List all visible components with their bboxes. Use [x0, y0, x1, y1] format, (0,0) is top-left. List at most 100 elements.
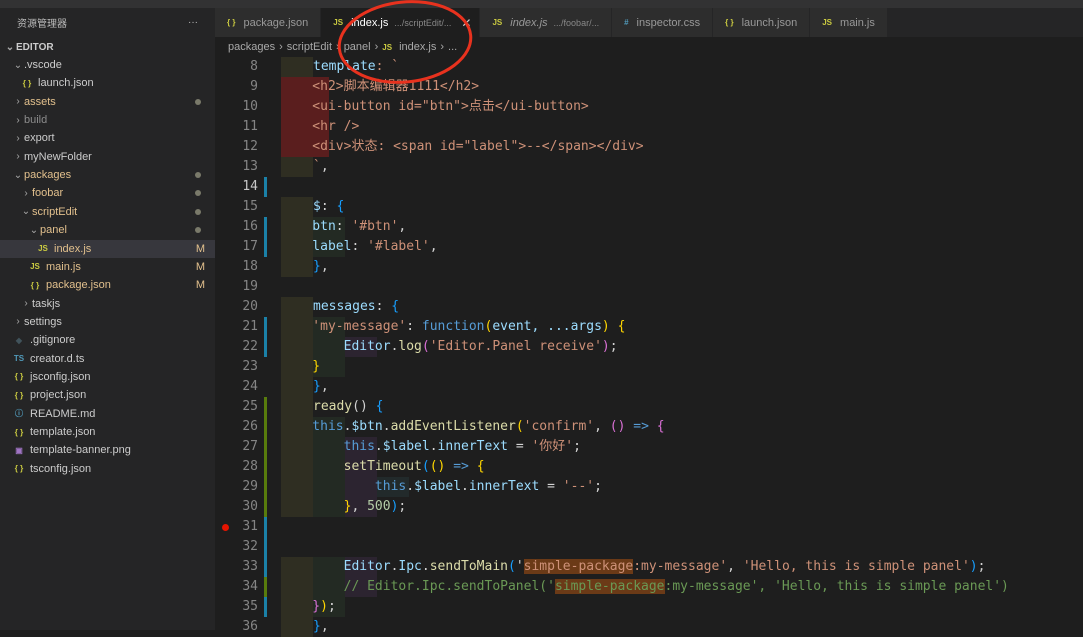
code-token: messages: [313, 299, 376, 314]
code-line[interactable]: 32: [215, 537, 1083, 557]
line-number: 25: [242, 399, 258, 414]
breadcrumb-item[interactable]: index.js: [399, 41, 436, 53]
tree-item[interactable]: { } tsconfig.json: [0, 460, 215, 478]
tree-item-label: scriptEdit: [32, 205, 78, 218]
code-line[interactable]: 36},: [215, 617, 1083, 637]
code-line[interactable]: 11 <hr />: [215, 117, 1083, 137]
editor-tab[interactable]: { } package.json: [215, 8, 322, 37]
tree-item[interactable]: ⓘ README.md: [0, 405, 215, 423]
tree-item[interactable]: › foobar: [0, 184, 215, 202]
code-line[interactable]: 24},: [215, 377, 1083, 397]
code-token: ready: [313, 399, 353, 414]
tree-item[interactable]: › settings: [0, 313, 215, 331]
code-text: }: [281, 357, 320, 377]
code-line[interactable]: 16 btn: '#btn',: [215, 217, 1083, 237]
breadcrumb-item[interactable]: ...: [448, 41, 457, 53]
more-actions-button[interactable]: ···: [188, 17, 198, 28]
git-gutter-modified: [264, 517, 267, 537]
code-token: 'confirm': [523, 419, 595, 434]
code-line[interactable]: 23 }: [215, 357, 1083, 377]
tree-item[interactable]: { } jsconfig.json: [0, 368, 215, 386]
tree-item[interactable]: { } package.json M: [0, 276, 215, 294]
line-number: 26: [242, 419, 258, 434]
code-line[interactable]: 29 this.$label.innerText = '--';: [215, 477, 1083, 497]
code-token: label: [281, 239, 352, 254]
editor-tab[interactable]: JS index.js .../scriptEdit/... ✕: [321, 8, 481, 37]
chevron-right-icon: ›: [16, 114, 20, 126]
code-line[interactable]: 20 messages: {: [215, 297, 1083, 317]
tree-item[interactable]: › taskjs: [0, 295, 215, 313]
code-line[interactable]: 34 // Editor.Ipc.sendToPanel('simple-pac…: [215, 577, 1083, 597]
breadcrumb-item[interactable]: scriptEdit: [287, 41, 332, 53]
tree-item[interactable]: JS main.js M: [0, 258, 215, 276]
tree-item[interactable]: ⌄ .vscode: [0, 56, 215, 74]
chevron-down-icon: ⌄: [29, 224, 39, 236]
code-line[interactable]: 21 'my-message': function(event, ...args…: [215, 317, 1083, 337]
git-gutter-added: [264, 497, 267, 517]
code-line[interactable]: 14: [215, 177, 1083, 197]
code-token: this: [281, 479, 407, 494]
code-line[interactable]: 31: [215, 517, 1083, 537]
code-line[interactable]: 22 Editor.log('Editor.Panel receive');: [215, 337, 1083, 357]
code-line[interactable]: 17 label: '#label',: [215, 237, 1083, 257]
tree-item[interactable]: { } launch.json: [0, 74, 215, 92]
git-gutter-added: [264, 457, 267, 477]
breadcrumb-item[interactable]: panel: [344, 41, 371, 53]
code-token: ): [969, 559, 978, 574]
code-line[interactable]: 19: [215, 277, 1083, 297]
tree-item[interactable]: ⌄ panel: [0, 221, 215, 239]
close-icon[interactable]: ✕: [461, 16, 471, 30]
code-line[interactable]: 28 setTimeout(() => {: [215, 457, 1083, 477]
code-line[interactable]: 12 <div>状态: <span id="label">--</span></…: [215, 137, 1083, 157]
tree-item[interactable]: ⌄ scriptEdit: [0, 203, 215, 221]
code-token: 'Editor.Panel receive': [429, 339, 602, 354]
editor-tab[interactable]: { } launch.json: [713, 8, 811, 37]
tree-item[interactable]: › myNewFolder: [0, 148, 215, 166]
code-line[interactable]: 15 $: {: [215, 197, 1083, 217]
code-token: btn: [281, 219, 336, 234]
code-line[interactable]: 25 ready() {: [215, 397, 1083, 417]
code-line[interactable]: 30 }, 500);: [215, 497, 1083, 517]
code-token: .: [374, 439, 383, 454]
tree-item[interactable]: › build: [0, 111, 215, 129]
tree-item[interactable]: ◆ .gitignore: [0, 331, 215, 349]
tree-item[interactable]: › assets: [0, 93, 215, 111]
editor-tab[interactable]: # inspector.css: [612, 8, 714, 37]
tree-item[interactable]: ⌄ packages: [0, 166, 215, 184]
tree-item[interactable]: TS creator.d.ts: [0, 350, 215, 368]
chevron-right-icon: ›: [24, 187, 28, 199]
code-line[interactable]: 18},: [215, 257, 1083, 277]
code-line[interactable]: 8 template: `: [215, 57, 1083, 77]
code-line[interactable]: 26 this.$btn.addEventListener('confirm',…: [215, 417, 1083, 437]
git-gutter-modified: [264, 177, 267, 197]
code-text: setTimeout(() => {: [281, 457, 485, 477]
code-token: =>: [445, 459, 477, 474]
line-number: 17: [242, 239, 258, 254]
code-line[interactable]: 10 <ui-button id="btn">点击</ui-button>: [215, 97, 1083, 117]
editor-tab[interactable]: JS index.js .../foobar/...: [480, 8, 613, 37]
explorer-root-folder[interactable]: ⌄ EDITOR: [0, 38, 215, 56]
code-line[interactable]: 27 this.$label.innerText = '你好';: [215, 437, 1083, 457]
code-editor[interactable]: 8 template: ` 9 <h2>脚本编辑器1111</h2> 10 <ui-b…: [215, 57, 1083, 637]
tab-description: .../foobar/...: [553, 17, 600, 28]
code-line[interactable]: 35 });: [215, 597, 1083, 617]
tree-item[interactable]: JS index.js M: [0, 239, 215, 258]
code-line[interactable]: 9 <h2>脚本编辑器1111</h2>: [215, 77, 1083, 97]
code-text: btn: '#btn',: [281, 217, 406, 237]
git-gutter-added: [264, 577, 267, 597]
chevron-right-icon: ›: [336, 41, 340, 53]
code-text: <div>状态: <span id="label">--</span></div…: [281, 137, 643, 157]
code-token: (): [352, 399, 376, 414]
tree-item[interactable]: › export: [0, 129, 215, 147]
code-line[interactable]: 13 `,: [215, 157, 1083, 177]
code-line[interactable]: 33 Editor.Ipc.sendToMain('simple-package…: [215, 557, 1083, 577]
code-token: =>: [625, 419, 657, 434]
tree-item[interactable]: { } template.json: [0, 423, 215, 441]
code-token: <ui-button id="btn">点击</ui-button>: [281, 99, 589, 114]
json-file-icon: { }: [14, 372, 24, 382]
editor-tab[interactable]: JS main.js: [810, 8, 888, 37]
code-token: event, ...args: [492, 319, 602, 334]
breadcrumb-item[interactable]: packages: [228, 41, 275, 53]
tree-item[interactable]: ▣ template-banner.png: [0, 441, 215, 459]
tree-item[interactable]: { } project.json: [0, 386, 215, 404]
